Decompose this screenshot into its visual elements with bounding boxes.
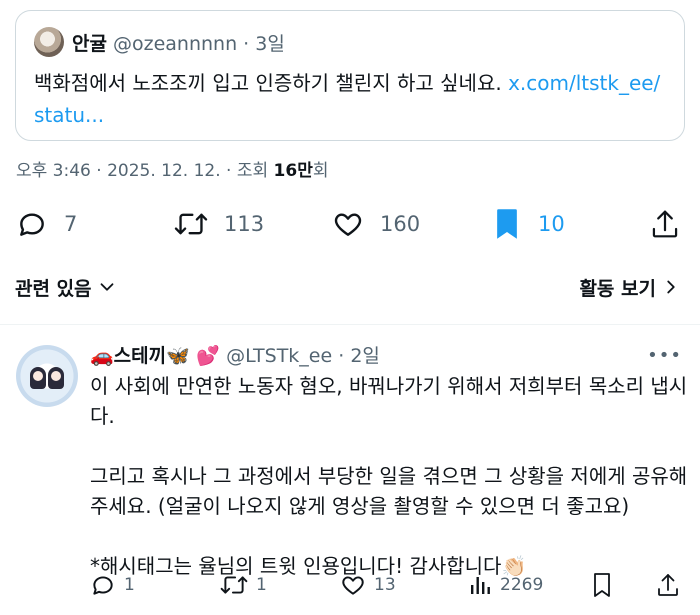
more-options-icon[interactable]: •••: [647, 345, 682, 366]
chevron-right-icon: [667, 280, 675, 294]
reply-tweet-header: 🚗스테끼🦋 💕 @LTSTk_ee · 2일: [90, 341, 380, 367]
repost-count: 1: [256, 575, 267, 595]
reply-tweet[interactable]: 🚗스테끼🦋 💕 @LTSTk_ee · 2일 ••• 이 사회에 만연한 노동자…: [0, 325, 700, 615]
bookmark-filled-icon: [497, 209, 517, 239]
like-button[interactable]: 160: [332, 206, 420, 242]
bookmark-button[interactable]: [590, 570, 614, 600]
bookmark-count: 10: [538, 212, 565, 236]
views-count: 16만: [273, 161, 313, 181]
share-button[interactable]: [656, 570, 680, 600]
quoted-author-handle: @ozeannnnn · 3일: [112, 32, 285, 55]
reply-button[interactable]: 1: [90, 570, 135, 600]
quoted-tweet-card[interactable]: 안귤 @ozeannnnn · 3일 백화점에서 노조조끼 입고 인증하기 챌린…: [15, 10, 685, 141]
avatar[interactable]: [16, 345, 78, 407]
bookmark-icon: [594, 573, 610, 597]
reply-icon: [93, 576, 113, 595]
views-button[interactable]: 2269: [468, 570, 543, 600]
repost-button[interactable]: 113: [174, 206, 264, 242]
share-icon: [652, 210, 678, 238]
bookmark-button[interactable]: 10: [492, 206, 565, 242]
author-name[interactable]: 🚗스테끼🦋 💕: [90, 341, 220, 368]
repost-icon: [174, 213, 208, 235]
heart-icon: [342, 576, 364, 595]
share-icon: [658, 574, 678, 596]
reply-count: 7: [64, 212, 78, 236]
view-activity-link[interactable]: 활동 보기: [579, 275, 682, 300]
reply-tweet-text: 이 사회에 만연한 노동자 혐오, 바꿔나가기 위해서 저희부터 목소리 냅시다…: [90, 374, 688, 578]
repost-icon: [220, 576, 248, 594]
tweet-time[interactable]: 오후 3:46: [16, 161, 91, 181]
quoted-tweet-text: 백화점에서 노조조끼 입고 인증하기 챌린지 하고 싶네요. x.com/lts…: [34, 71, 661, 127]
share-button[interactable]: [650, 206, 680, 242]
tweet-meta: 오후 3:46 · 2025. 12. 12. · 조회 16만회: [16, 161, 329, 181]
quoted-author-name[interactable]: 안귤: [72, 29, 107, 56]
chevron-down-icon: [100, 283, 113, 291]
related-label: 관련 있음: [15, 277, 92, 300]
repost-count: 113: [224, 212, 265, 236]
avatar[interactable]: [34, 27, 64, 57]
views-label: 조회: [236, 161, 269, 181]
related-sort-dropdown[interactable]: 관련 있음: [15, 275, 118, 300]
views-suffix: 회: [312, 161, 329, 181]
quoted-tweet-header: 안귤 @ozeannnnn · 3일: [34, 27, 666, 57]
reply-icon: [20, 213, 44, 236]
reply-button[interactable]: 7: [16, 206, 77, 242]
like-count: 160: [380, 212, 421, 236]
author-handle: @LTSTk_ee · 2일: [226, 344, 380, 367]
like-count: 13: [374, 575, 396, 595]
heart-icon: [334, 213, 362, 236]
quoted-tweet-time: 3일: [255, 32, 285, 55]
activity-label: 활동 보기: [579, 277, 656, 300]
like-button[interactable]: 13: [340, 570, 396, 600]
tweet-date[interactable]: 2025. 12. 12.: [107, 161, 221, 181]
reply-tweet-action-bar: 1 1 13 2269: [90, 570, 688, 600]
tweet-action-bar: 7 113 160 10: [16, 206, 686, 242]
views-count: 2269: [500, 575, 544, 595]
tweet-time: 2일: [350, 344, 380, 367]
analytics-icon: [471, 577, 490, 594]
quoted-tweet-link[interactable]: x.com/ltstk_ee/: [508, 71, 660, 95]
reply-count: 1: [124, 575, 135, 595]
quoted-tweet-link-cont[interactable]: statu...: [34, 103, 104, 127]
repost-button[interactable]: 1: [220, 570, 267, 600]
